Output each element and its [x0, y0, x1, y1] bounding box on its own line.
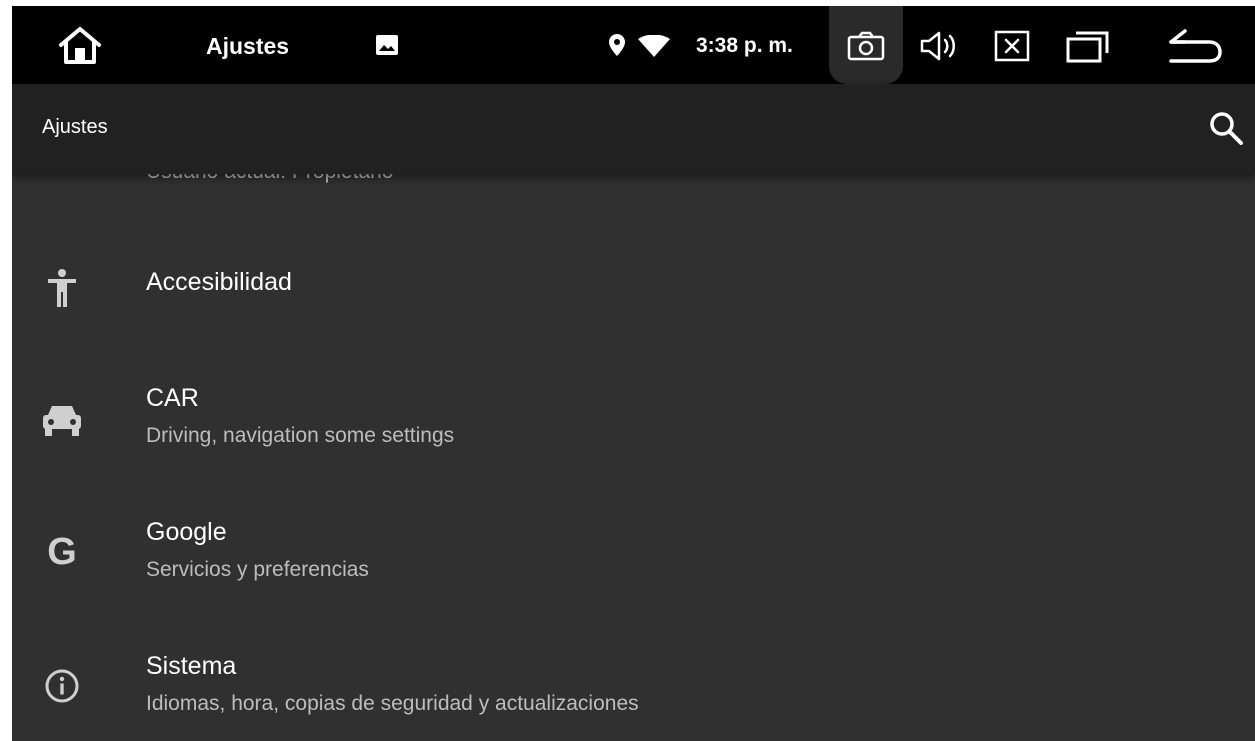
- settings-screen: Ajustes 3:38 p. m. Ajustes Accesibilidad…: [12, 6, 1255, 741]
- list-item-title: Google: [146, 518, 227, 546]
- list-item-car[interactable]: CAR Driving, navigation some settings: [12, 350, 1255, 482]
- current-user-subtitle: Usuario actual: Propietario: [146, 174, 393, 184]
- list-item-subtitle: Driving, navigation some settings: [146, 424, 455, 447]
- close-icon[interactable]: [992, 28, 1032, 64]
- page-title: Ajustes: [42, 116, 108, 138]
- list-item-system[interactable]: Sistema Idiomas, hora, copias de segurid…: [12, 618, 1255, 741]
- list-item-title: Accesibilidad: [146, 268, 292, 296]
- list-item-accessibility[interactable]: Accesibilidad: [12, 218, 1255, 350]
- recents-icon[interactable]: [1064, 28, 1112, 64]
- location-icon: [608, 33, 626, 57]
- system-bar: Ajustes 3:38 p. m.: [12, 6, 1255, 84]
- settings-list: Usuario actual: Propietario Accesibilida…: [12, 174, 1255, 741]
- accessibility-icon: [40, 266, 84, 310]
- app-title: Ajustes: [206, 32, 290, 59]
- google-glyph: G: [47, 531, 77, 573]
- image-icon: [374, 33, 400, 57]
- clock-time: 3:38 p. m.: [696, 34, 793, 57]
- car-icon: [40, 398, 84, 442]
- list-item-subtitle: Servicios y preferencias: [146, 558, 369, 581]
- list-item-subtitle: Idiomas, hora, copias de seguridad y act…: [146, 692, 639, 715]
- list-item-title: Sistema: [146, 652, 237, 680]
- list-item-google[interactable]: G Google Servicios y preferencias: [12, 484, 1255, 616]
- info-icon: [40, 664, 84, 708]
- google-icon: G: [40, 530, 84, 574]
- app-toolbar: Ajustes: [12, 84, 1255, 174]
- back-icon[interactable]: [1166, 27, 1226, 65]
- home-icon[interactable]: [54, 25, 106, 65]
- search-icon[interactable]: [1208, 110, 1244, 146]
- list-item-title: CAR: [146, 384, 199, 412]
- camera-icon[interactable]: [845, 30, 887, 62]
- wifi-icon: [638, 35, 670, 57]
- volume-icon[interactable]: [918, 29, 960, 63]
